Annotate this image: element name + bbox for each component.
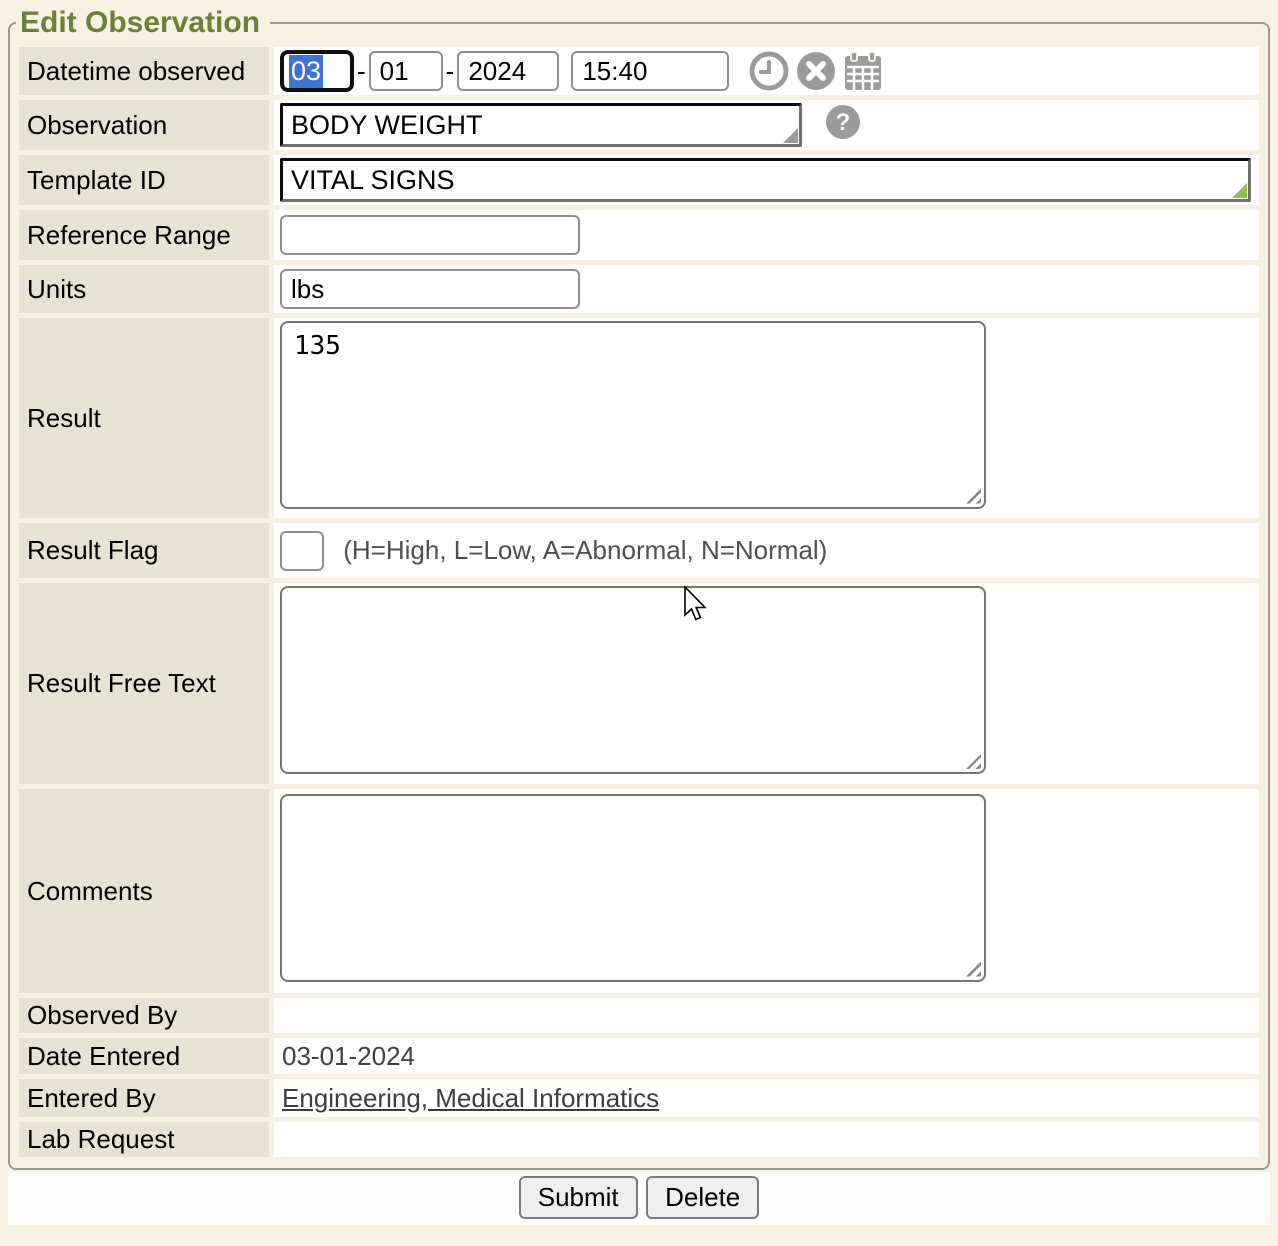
entered-by-value-cell: Engineering, Medical Informatics xyxy=(274,1079,1259,1117)
day-input[interactable] xyxy=(369,51,443,91)
result-textarea[interactable]: 135 xyxy=(280,321,986,509)
observed-by-value xyxy=(274,998,1259,1033)
calendar-icon[interactable] xyxy=(843,50,883,92)
result-flag-hint: (H=High, L=Low, A=Abnormal, N=Normal) xyxy=(343,535,827,565)
template-id-input[interactable]: VITAL SIGNS xyxy=(280,158,1251,202)
template-id-label: Template ID xyxy=(19,155,269,205)
form-row-reference-range: Reference Range xyxy=(19,210,1259,260)
delete-button[interactable]: Delete xyxy=(646,1176,759,1219)
datetime-observed-label: Datetime observed xyxy=(19,47,269,95)
form-row-entered-by: Entered By Engineering, Medical Informat… xyxy=(19,1079,1259,1117)
result-free-text-value-cell xyxy=(274,583,1259,784)
entered-by-label: Entered By xyxy=(19,1079,269,1117)
form-row-date-entered: Date Entered 03-01-2024 xyxy=(19,1038,1259,1074)
form-button-bar: Submit Delete xyxy=(8,1172,1270,1225)
month-input[interactable]: 03 xyxy=(280,50,354,92)
year-input[interactable] xyxy=(457,51,559,91)
datetime-observed-value-cell: 03 - - xyxy=(274,47,1259,95)
entered-by-link[interactable]: Engineering, Medical Informatics xyxy=(282,1083,659,1113)
form-row-template-id: Template ID VITAL SIGNS xyxy=(19,155,1259,205)
reference-range-input[interactable] xyxy=(280,215,580,255)
lab-request-label: Lab Request xyxy=(19,1122,269,1157)
observed-by-label: Observed By xyxy=(19,998,269,1033)
svg-text:?: ? xyxy=(836,109,851,136)
date-separator: - xyxy=(446,56,455,87)
form-row-result-flag: Result Flag (H=High, L=Low, A=Abnormal, … xyxy=(19,523,1259,578)
time-input[interactable] xyxy=(571,51,729,91)
form-row-comments: Comments xyxy=(19,789,1259,993)
form-row-units: Units xyxy=(19,265,1259,313)
units-label: Units xyxy=(19,265,269,313)
observation-label: Observation xyxy=(19,100,269,150)
comments-label: Comments xyxy=(19,789,269,993)
comments-textarea[interactable] xyxy=(280,794,986,982)
selected-month-text: 03 xyxy=(289,55,323,88)
units-input[interactable] xyxy=(280,269,580,309)
clear-circle-x-icon[interactable] xyxy=(796,51,836,91)
observation-value-cell: BODY WEIGHT ? xyxy=(274,100,1259,150)
observation-input[interactable]: BODY WEIGHT xyxy=(280,103,802,147)
units-value-cell xyxy=(274,265,1259,313)
edit-observation-page: Edit Observation Datetime observed 03 - … xyxy=(0,0,1278,1170)
form-row-lab-request: Lab Request xyxy=(19,1122,1259,1157)
result-label: Result xyxy=(19,318,269,518)
comments-value-cell xyxy=(274,789,1259,993)
result-free-text-label: Result Free Text xyxy=(19,583,269,784)
result-flag-value-cell: (H=High, L=Low, A=Abnormal, N=Normal) xyxy=(274,523,1259,578)
reference-range-value-cell xyxy=(274,210,1259,260)
lab-request-value xyxy=(274,1122,1259,1157)
question-circle-icon[interactable]: ? xyxy=(825,104,861,147)
edit-observation-fieldset: Edit Observation Datetime observed 03 - … xyxy=(8,6,1270,1170)
form-row-observation: Observation BODY WEIGHT ? xyxy=(19,100,1259,150)
form-row-result: Result 135 xyxy=(19,318,1259,518)
result-value-cell: 135 xyxy=(274,318,1259,518)
date-entered-value: 03-01-2024 xyxy=(274,1038,1259,1074)
form-row-result-free-text: Result Free Text xyxy=(19,583,1259,784)
result-free-text-textarea[interactable] xyxy=(280,586,986,774)
form-row-datetime: Datetime observed 03 - - xyxy=(19,47,1259,95)
result-flag-input[interactable] xyxy=(280,531,324,571)
submit-button[interactable]: Submit xyxy=(519,1176,638,1219)
reference-range-label: Reference Range xyxy=(19,210,269,260)
observation-form-table: Datetime observed 03 - - xyxy=(14,42,1264,1162)
clock-icon[interactable] xyxy=(749,51,789,91)
page-title: Edit Observation xyxy=(16,6,270,40)
result-flag-label: Result Flag xyxy=(19,523,269,578)
resize-grip-icon xyxy=(1232,183,1247,198)
date-entered-label: Date Entered xyxy=(19,1038,269,1074)
resize-grip-icon xyxy=(783,128,798,143)
date-separator: - xyxy=(357,56,366,87)
template-id-value-cell: VITAL SIGNS xyxy=(274,155,1259,205)
form-row-observed-by: Observed By xyxy=(19,998,1259,1033)
